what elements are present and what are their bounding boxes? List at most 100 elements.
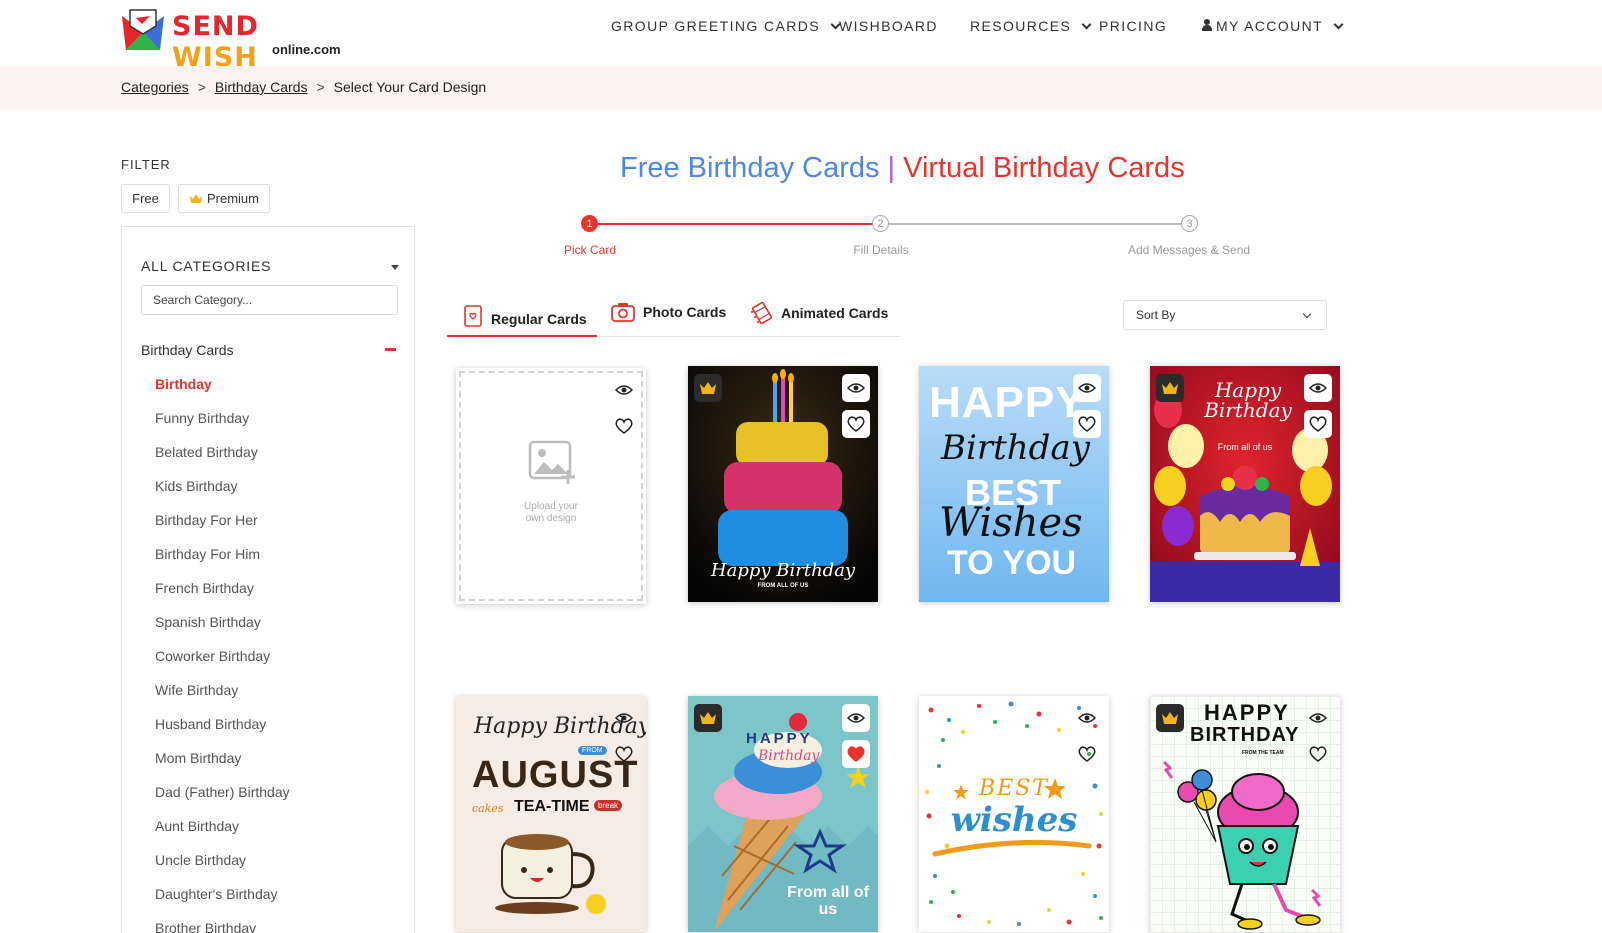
category-item[interactable]: Birthday For Her	[155, 512, 258, 528]
card-red-balloons[interactable]: Happy Birthday From all of us	[1150, 366, 1340, 602]
breadcrumb: Categories > Birthday Cards > Select Your Ca…	[121, 79, 486, 95]
preview-eye-icon[interactable]	[1304, 704, 1332, 732]
card-upload-design[interactable]: Upload your own design	[456, 368, 646, 604]
nav-my-account[interactable]: MY ACCOUNT	[1202, 18, 1344, 34]
category-item[interactable]: Belated Birthday	[155, 444, 258, 460]
category-item[interactable]: Coworker Birthday	[155, 648, 270, 664]
card-ice-cream[interactable]: HAPPY Birthday From all of us	[688, 696, 878, 932]
favorite-heart-icon[interactable]	[842, 410, 870, 438]
category-item[interactable]: Uncle Birthday	[155, 852, 246, 868]
chevron-down-icon	[1333, 19, 1344, 30]
preview-eye-icon[interactable]	[610, 704, 638, 732]
tab-label: Regular Cards	[491, 311, 587, 327]
step-label-add-messages: Add Messages & Send	[1127, 243, 1251, 257]
card-text: Happy Birthday	[1204, 378, 1292, 422]
category-item[interactable]: Brother Birthday	[155, 920, 256, 933]
filter-premium-button[interactable]: Premium	[178, 184, 270, 213]
group-birthday-cards[interactable]: Birthday Cards	[141, 342, 234, 358]
card-confetti-best-wishes[interactable]: BEST wishes	[919, 696, 1109, 932]
nav-label: PRICING	[1099, 18, 1168, 34]
nav-wishboard[interactable]: WISHBOARD	[839, 18, 938, 34]
card-subtext: FROM THE TEAM	[1242, 750, 1284, 756]
tab-label: Animated Cards	[781, 305, 889, 321]
nav-group-greeting-cards[interactable]: GROUP GREETING CARDS	[611, 18, 841, 34]
breadcrumb-categories[interactable]: Categories	[121, 79, 189, 95]
card-text: wishes	[950, 800, 1078, 840]
category-item[interactable]: Mom Birthday	[155, 750, 241, 766]
favorite-heart-icon-active[interactable]	[842, 740, 870, 768]
breadcrumb-bar: Categories > Birthday Cards > Select Your Ca…	[0, 66, 1602, 110]
category-item[interactable]: Spanish Birthday	[155, 614, 261, 630]
upload-text: Upload your own design	[524, 501, 578, 524]
card-glitter-cake[interactable]: Happy Birthday FROM ALL OF US	[688, 366, 878, 602]
logo[interactable]: SEND WISH online.com	[120, 8, 350, 73]
card-subtext: FROM ALL OF US	[757, 583, 809, 589]
breadcrumb-separator: >	[197, 79, 206, 95]
preview-eye-icon[interactable]	[1073, 704, 1101, 732]
category-item[interactable]: Wife Birthday	[155, 682, 238, 698]
site-header: SEND WISH online.com GROUP GREETING CARD…	[0, 0, 1602, 73]
filter-premium-label: Premium	[206, 191, 259, 206]
tab-animated-cards[interactable]: Animated Cards	[751, 302, 888, 324]
premium-crown-icon	[1156, 704, 1184, 732]
page-title: Free Birthday Cards | Virtual Birthday C…	[620, 152, 1185, 185]
sort-label: Sort By	[1136, 308, 1176, 322]
filter-label: FILTER	[121, 157, 171, 172]
caret-down-icon[interactable]	[391, 265, 399, 270]
favorite-heart-icon[interactable]	[610, 740, 638, 768]
card-text: BIRTHDAY	[1190, 724, 1300, 746]
upload-dropzone[interactable]	[459, 371, 643, 601]
category-search-input[interactable]	[141, 285, 398, 315]
preview-eye-icon[interactable]	[842, 704, 870, 732]
category-item[interactable]: French Birthday	[155, 580, 254, 596]
category-item[interactable]: Birthday	[155, 376, 212, 392]
category-item[interactable]: Kids Birthday	[155, 478, 237, 494]
step-line	[889, 223, 1188, 225]
filter-free-button[interactable]: Free	[121, 184, 170, 213]
tab-regular-cards[interactable]: Regular Cards	[463, 304, 587, 328]
title-part2: Virtual Birthday Cards	[903, 152, 1185, 184]
category-item[interactable]: Husband Birthday	[155, 716, 266, 732]
category-item[interactable]: Birthday For Him	[155, 546, 260, 562]
favorite-heart-icon[interactable]	[1073, 740, 1101, 768]
camera-icon	[611, 303, 635, 322]
nav-label: MY ACCOUNT	[1216, 18, 1324, 34]
collapse-minus-icon[interactable]	[385, 348, 396, 351]
card-text: HAPPY	[1204, 700, 1290, 725]
chevron-down-icon	[1081, 19, 1092, 30]
step-label-fill-details: Fill Details	[853, 243, 909, 257]
step-circle-1: 1	[581, 215, 598, 232]
crown-icon	[189, 194, 202, 203]
favorite-heart-icon[interactable]	[1304, 410, 1332, 438]
all-categories-title[interactable]: ALL CATEGORIES	[141, 258, 271, 274]
tab-photo-cards[interactable]: Photo Cards	[611, 302, 726, 322]
premium-crown-icon	[1156, 374, 1184, 402]
nav-resources[interactable]: RESOURCES	[970, 18, 1092, 34]
logo-domain: online.com	[272, 42, 341, 57]
chevron-down-icon	[1302, 309, 1312, 319]
card-blue-best-wishes[interactable]: HAPPY Birthday BEST Wishes TO YOU	[919, 366, 1109, 602]
favorite-heart-icon[interactable]	[1304, 740, 1332, 768]
category-item[interactable]: Aunt Birthday	[155, 818, 239, 834]
card-tea-time[interactable]: Happy Birthday FROM AUGUST cakes TEA-TIM…	[456, 696, 646, 932]
preview-eye-icon[interactable]	[1073, 374, 1101, 402]
logo-icon	[122, 9, 164, 50]
favorite-heart-icon[interactable]	[610, 412, 638, 440]
nav-pricing[interactable]: PRICING	[1099, 18, 1167, 34]
sort-by-select[interactable]: Sort By	[1123, 300, 1327, 330]
category-item[interactable]: Daughter's Birthday	[155, 886, 278, 902]
category-sidebar: ALL CATEGORIES Birthday Cards Birthday F…	[121, 226, 415, 933]
filter-free-label: Free	[132, 191, 159, 206]
step-label-pick-card: Pick Card	[563, 243, 617, 257]
favorite-heart-icon[interactable]	[1073, 410, 1101, 438]
nav-label: WISHBOARD	[839, 18, 938, 34]
card-cupcake-team[interactable]: HAPPY BIRTHDAY FROM THE TEAM	[1150, 696, 1340, 932]
preview-eye-icon[interactable]	[842, 374, 870, 402]
preview-eye-icon[interactable]	[1304, 374, 1332, 402]
active-tab-indicator	[447, 335, 597, 337]
category-item[interactable]: Funny Birthday	[155, 410, 249, 426]
breadcrumb-birthday-cards[interactable]: Birthday Cards	[215, 79, 308, 95]
card-text: HAPPY	[929, 378, 1086, 427]
preview-eye-icon[interactable]	[610, 376, 638, 404]
category-item[interactable]: Dad (Father) Birthday	[155, 784, 290, 800]
